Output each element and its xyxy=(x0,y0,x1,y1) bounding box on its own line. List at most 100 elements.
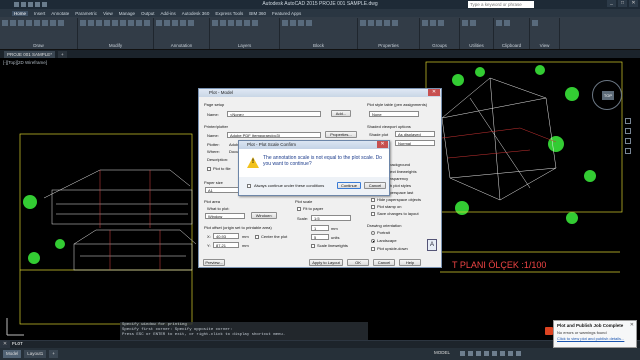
search-input[interactable]: Type a keyword or phrase xyxy=(468,1,534,8)
minimize-button[interactable]: _ xyxy=(607,0,616,7)
tab-manage[interactable]: Manage xyxy=(119,11,135,16)
always-continue-checkbox[interactable] xyxy=(247,184,251,188)
help-button[interactable]: Help xyxy=(399,259,421,266)
tab-parametric[interactable]: Parametric xyxy=(75,11,97,16)
shade-plot-select[interactable]: As displayed xyxy=(395,131,435,137)
window-pick-button[interactable]: Window< xyxy=(251,212,277,219)
landscape-radio[interactable] xyxy=(371,239,375,243)
showmotion-icon[interactable] xyxy=(625,148,631,154)
option-checkbox[interactable] xyxy=(371,205,375,209)
panel-view[interactable]: View xyxy=(530,18,560,49)
ortho-icon[interactable] xyxy=(476,351,481,356)
confirm-title-bar: Plot - Plot Scale Confirm ✕ xyxy=(239,141,389,149)
ok-button[interactable]: OK xyxy=(347,259,369,266)
add-layout-button[interactable]: + xyxy=(49,350,58,358)
tab-annotate[interactable]: Annotate xyxy=(51,11,69,16)
plot-complete-notification[interactable]: ✕ Plot and Publish Job Complete No error… xyxy=(545,320,637,348)
customize-icon[interactable] xyxy=(516,351,521,356)
annotation-scale-icon[interactable] xyxy=(500,351,505,356)
scale-units-input[interactable]: 5 xyxy=(311,234,329,240)
panel-layers[interactable]: Layers xyxy=(210,18,280,49)
continue-button[interactable]: Continue xyxy=(337,182,361,189)
tab-view[interactable]: View xyxy=(103,11,113,16)
polar-icon[interactable] xyxy=(484,351,489,356)
offset-y-input[interactable]: 87.21 xyxy=(213,242,239,248)
confirm-cancel-button[interactable]: Cancel xyxy=(364,182,386,189)
file-tab-drawing[interactable]: PROJE 001 SAMPLE* xyxy=(4,50,56,58)
toast-close-icon[interactable]: ✕ xyxy=(630,322,634,328)
plot-style-select[interactable]: None xyxy=(369,111,419,117)
apply-to-layout-button[interactable]: Apply to Layout xyxy=(309,259,343,266)
panel-utilities[interactable]: Utilities xyxy=(460,18,494,49)
upside-down-checkbox[interactable] xyxy=(371,247,375,251)
what-to-plot-select[interactable]: Window xyxy=(205,213,245,219)
toast-message: No errors or warnings found xyxy=(557,330,607,335)
add-page-setup-button[interactable]: Add... xyxy=(331,110,351,117)
fit-to-paper-checkbox[interactable] xyxy=(297,207,301,211)
quality-select[interactable]: Normal xyxy=(395,140,435,146)
plot-scale-group: Plot scale xyxy=(295,199,313,204)
command-line: ✕ PLOT xyxy=(0,340,640,348)
plot-to-file-checkbox[interactable] xyxy=(207,167,211,171)
drawing-plan-label: T PLANI ÖLÇEK :1/100 xyxy=(452,260,547,270)
panel-block[interactable]: Block xyxy=(280,18,358,49)
page-setup-group: Page setup xyxy=(204,102,225,107)
command-close-icon[interactable]: ✕ xyxy=(0,341,10,347)
view-cube-top[interactable]: TOP xyxy=(602,91,614,100)
toast-details-link[interactable]: Click to view plot and publish details..… xyxy=(557,336,633,341)
orbit-icon[interactable] xyxy=(625,138,631,144)
panel-draw[interactable]: Draw xyxy=(0,18,78,49)
command-input[interactable]: PLOT xyxy=(10,340,640,348)
tab-featured-apps[interactable]: Featured Apps xyxy=(272,11,301,16)
toast-title: Plot and Publish Job Complete xyxy=(557,323,624,328)
panel-annotation[interactable]: Annotation xyxy=(154,18,210,49)
tab-output[interactable]: Output xyxy=(141,11,155,16)
tab-bim-360[interactable]: BIM 360 xyxy=(249,11,266,16)
option-checkbox[interactable] xyxy=(371,212,375,216)
tab-home[interactable]: Home xyxy=(12,10,29,16)
ribbon: Draw Modify Annotation Layers Block Prop… xyxy=(0,17,640,50)
tab-insert[interactable]: Insert xyxy=(34,11,45,16)
layout1-tab[interactable]: Layout1 xyxy=(24,350,47,358)
pan-icon[interactable] xyxy=(625,118,631,124)
snap-icon[interactable] xyxy=(468,351,473,356)
portrait-radio[interactable] xyxy=(371,231,375,235)
printer-properties-button[interactable]: Properties... xyxy=(325,131,357,138)
panel-modify[interactable]: Modify xyxy=(78,18,154,49)
window-controls: _ □ ✕ xyxy=(607,0,638,7)
shade-plot-label: Shade plot xyxy=(369,132,389,137)
option-checkbox[interactable] xyxy=(371,198,375,202)
view-cube[interactable]: TOP xyxy=(592,80,622,110)
tab-autodesk-360[interactable]: Autodesk 360 xyxy=(182,11,210,16)
scale-lineweights-checkbox[interactable] xyxy=(311,244,315,248)
tab-express-tools[interactable]: Express Tools xyxy=(215,11,243,16)
new-tab-button[interactable]: + xyxy=(58,50,67,58)
grid-icon[interactable] xyxy=(460,351,465,356)
zoom-icon[interactable] xyxy=(625,128,631,134)
workspace-icon[interactable] xyxy=(508,351,513,356)
offset-x-input[interactable]: 40.93 xyxy=(213,233,239,239)
model-space-indicator[interactable]: MODEL xyxy=(434,350,450,355)
panel-clipboard[interactable]: Clipboard xyxy=(494,18,530,49)
model-tab[interactable]: Model xyxy=(3,350,22,358)
plot-close-button[interactable]: ✕ xyxy=(428,89,440,96)
scale-select[interactable]: 1:5 xyxy=(311,215,351,221)
scale-mm-input[interactable]: 1 xyxy=(311,225,329,231)
preview-button[interactable]: Preview... xyxy=(203,259,225,266)
close-window-button[interactable]: ✕ xyxy=(629,0,638,7)
page-setup-select[interactable]: <None> xyxy=(227,111,321,117)
osnap-icon[interactable] xyxy=(492,351,497,356)
navigation-bar[interactable] xyxy=(624,118,632,170)
fit-to-paper-label: Fit to paper xyxy=(303,206,324,211)
tab-add-ins[interactable]: Add-ins xyxy=(161,11,176,16)
maximize-button[interactable]: □ xyxy=(618,0,627,7)
confirm-body: ! The annotation scale is not equal to t… xyxy=(239,149,389,177)
printer-select[interactable]: Adobe PDF (temporary/pc3) xyxy=(227,132,321,138)
panel-groups[interactable]: Groups xyxy=(420,18,460,49)
cancel-button[interactable]: Cancel xyxy=(373,259,395,266)
center-plot-checkbox[interactable] xyxy=(255,235,259,239)
confirm-close-button[interactable]: ✕ xyxy=(377,141,388,148)
center-plot-label: Center the plot xyxy=(261,234,288,239)
panel-properties[interactable]: Properties xyxy=(358,18,420,49)
panel-title: Block xyxy=(312,43,324,48)
